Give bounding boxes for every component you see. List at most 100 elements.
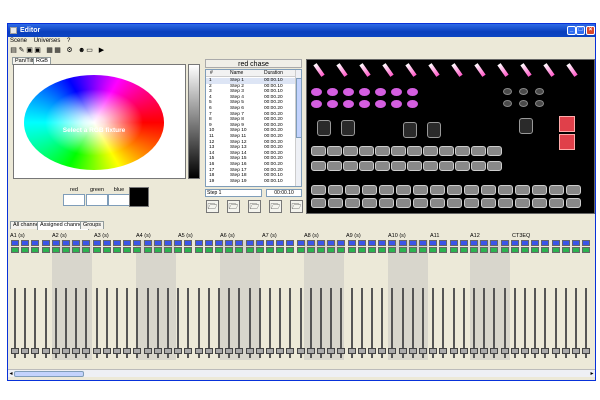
channel-enable-icon[interactable] (480, 247, 489, 253)
channel-type-icon[interactable] (72, 240, 81, 246)
beam-fixture[interactable] (336, 63, 348, 77)
channel-strip[interactable] (378, 240, 387, 370)
fader-knob[interactable] (572, 348, 580, 354)
fader-knob[interactable] (184, 348, 193, 354)
menu-help[interactable]: ? (67, 38, 70, 44)
channel-type-icon[interactable] (143, 240, 152, 246)
led-bar[interactable] (375, 161, 390, 171)
channel-strip[interactable] (62, 240, 70, 370)
channel-type-icon[interactable] (480, 240, 489, 246)
channel-type-icon[interactable] (470, 240, 478, 246)
move-up-button[interactable]: 🗁 (269, 200, 282, 213)
channel-enable-icon[interactable] (21, 247, 30, 253)
channel-enable-icon[interactable] (82, 247, 91, 253)
led-bar[interactable] (311, 198, 326, 208)
par-fixture[interactable] (407, 100, 418, 108)
par-fixture[interactable] (359, 100, 370, 108)
minimize-button[interactable]: _ (567, 26, 576, 35)
paste-icon[interactable]: ▦ (54, 47, 61, 54)
steps-scrollbar[interactable] (295, 70, 301, 186)
led-bar[interactable] (345, 185, 360, 195)
channel-strip[interactable] (582, 240, 591, 370)
beam-fixture[interactable] (382, 63, 394, 77)
fader-knob[interactable] (459, 348, 468, 354)
led-bar[interactable] (439, 161, 454, 171)
fader-knob[interactable] (510, 348, 519, 354)
fader-knob[interactable] (306, 348, 315, 354)
fader-knob[interactable] (490, 348, 499, 354)
channel-enable-icon[interactable] (11, 247, 19, 253)
folder-open-button[interactable]: 🗁 (206, 200, 219, 213)
beam-fixture[interactable] (428, 63, 440, 77)
channel-enable-icon[interactable] (164, 247, 172, 253)
fader-knob[interactable] (337, 348, 346, 354)
led-bar[interactable] (481, 198, 496, 208)
channel-type-icon[interactable] (102, 240, 111, 246)
channel-enable-icon[interactable] (123, 247, 132, 253)
fader-knob[interactable] (582, 348, 591, 354)
led-bar[interactable] (487, 161, 502, 171)
par-fixture[interactable] (535, 100, 544, 107)
beam-fixture[interactable] (566, 63, 578, 77)
led-bar[interactable] (327, 146, 342, 156)
led-bar[interactable] (343, 146, 358, 156)
led-bar[interactable] (430, 185, 445, 195)
led-bar[interactable] (407, 146, 422, 156)
channel-strip[interactable] (276, 240, 285, 370)
fader-knob[interactable] (31, 348, 40, 354)
led-bar[interactable] (391, 146, 406, 156)
fader-knob[interactable] (368, 348, 376, 354)
fader-knob[interactable] (439, 348, 448, 354)
red-fixture[interactable] (559, 116, 575, 132)
channel-strip[interactable] (337, 240, 346, 370)
led-bar[interactable] (311, 185, 326, 195)
tab-groups[interactable]: Groups (80, 221, 105, 229)
channel-type-icon[interactable] (133, 240, 142, 246)
channel-strip[interactable] (541, 240, 550, 370)
par-fixture[interactable] (391, 100, 402, 108)
channel-strip[interactable] (245, 240, 254, 370)
channel-enable-icon[interactable] (408, 247, 417, 253)
led-bar[interactable] (455, 146, 470, 156)
channel-type-icon[interactable] (541, 240, 550, 246)
channel-type-icon[interactable] (164, 240, 172, 246)
led-bar[interactable] (391, 161, 406, 171)
channel-type-icon[interactable] (347, 240, 356, 246)
led-bar[interactable] (549, 198, 564, 208)
channel-type-icon[interactable] (123, 240, 132, 246)
channel-enable-icon[interactable] (31, 247, 40, 253)
channel-enable-icon[interactable] (490, 247, 499, 253)
par-fixture[interactable] (375, 100, 386, 108)
led-bar[interactable] (396, 185, 411, 195)
channel-type-icon[interactable] (31, 240, 40, 246)
channel-type-icon[interactable] (174, 240, 183, 246)
led-bar[interactable] (311, 146, 326, 156)
menu-scene[interactable]: Scene (10, 38, 27, 44)
channel-enable-icon[interactable] (245, 247, 254, 253)
channel-strip[interactable] (143, 240, 152, 370)
led-bar[interactable] (447, 198, 462, 208)
channel-strip[interactable] (470, 240, 478, 370)
channel-strip[interactable] (41, 240, 50, 370)
channel-enable-icon[interactable] (551, 247, 560, 253)
channel-strip[interactable] (123, 240, 132, 370)
steps-list[interactable]: # Name Duration 1 Step 1 00:00.10 2 Step 2 00… (205, 69, 302, 187)
par-fixture[interactable] (503, 88, 512, 95)
fader-knob[interactable] (82, 348, 91, 354)
channel-strip[interactable] (204, 240, 213, 370)
channel-type-icon[interactable] (388, 240, 397, 246)
beam-fixture[interactable] (451, 63, 463, 77)
monitor-icon[interactable]: ▭ (86, 47, 93, 54)
channel-enable-icon[interactable] (255, 247, 264, 253)
channel-enable-icon[interactable] (521, 247, 529, 253)
channel-type-icon[interactable] (82, 240, 91, 246)
channel-enable-icon[interactable] (419, 247, 427, 253)
open-icon[interactable]: ✎ (18, 47, 25, 54)
led-bar[interactable] (345, 198, 360, 208)
channel-strip[interactable] (225, 240, 234, 370)
save-as-icon[interactable]: ▣ (34, 47, 41, 54)
channel-enable-icon[interactable] (143, 247, 152, 253)
channel-strip[interactable] (215, 240, 223, 370)
channel-enable-icon[interactable] (572, 247, 580, 253)
channel-enable-icon[interactable] (215, 247, 223, 253)
